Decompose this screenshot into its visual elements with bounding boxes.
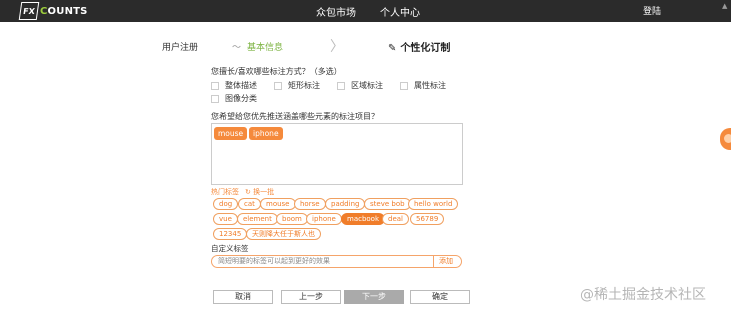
login-link[interactable]: 登陆 <box>643 4 661 17</box>
step-indicator: 用户注册 〜基本信息 〉 ✎ 个性化订制 <box>0 36 731 56</box>
element-preference-question: 您希望给您优先推送涵盖哪些元素的标注项目？ <box>211 112 379 121</box>
hot-tag-vue[interactable]: vue <box>213 213 238 225</box>
checkbox-box[interactable] <box>211 81 219 90</box>
cancel-button[interactable]: 取消 <box>213 290 273 304</box>
selected-tag-iphone[interactable]: iphone <box>249 127 283 140</box>
logo-mark: FX <box>18 2 40 20</box>
step-basic-info: 〜基本信息 <box>232 40 283 53</box>
checkbox-label: 属性标注 <box>414 81 446 90</box>
checkbox-box[interactable] <box>400 81 408 90</box>
confirm-button[interactable]: 确定 <box>410 290 470 304</box>
checkbox-rect-annotation[interactable]: 矩形标注 <box>274 80 320 91</box>
nav-crowd-market[interactable]: 众包市场 <box>316 4 356 19</box>
hot-tag-12345[interactable]: 12345 <box>213 228 248 240</box>
hot-tags-header: 热门标签 ↻ 换一批 <box>211 187 274 197</box>
checkbox-region-annotation[interactable]: 区域标注 <box>337 80 383 91</box>
checkbox-label: 图像分类 <box>225 94 257 103</box>
checkbox-label: 矩形标注 <box>288 81 320 90</box>
app-logo[interactable]: FX COUNTS <box>18 1 88 21</box>
previous-step-button[interactable]: 上一步 <box>281 290 341 304</box>
hot-tag-cat[interactable]: cat <box>238 198 261 210</box>
add-tag-button[interactable]: 添加 <box>433 256 458 267</box>
feedback-icon <box>724 134 731 143</box>
floating-side-button[interactable] <box>720 128 731 150</box>
hot-tag-padding[interactable]: padding <box>325 198 366 210</box>
hot-tag-element[interactable]: element <box>237 213 278 225</box>
logo-text-rest: OUNTS <box>47 5 88 17</box>
annotation-method-question: 您擅长/喜欢哪些标注方式？（多选） <box>211 67 342 76</box>
hot-tag-iphone[interactable]: iphone <box>306 213 342 225</box>
custom-tag-label: 自定义标签 <box>211 244 249 253</box>
checkbox-label: 区域标注 <box>351 81 383 90</box>
step-register: 用户注册 <box>162 43 199 53</box>
hot-tag-56789[interactable]: 56789 <box>410 213 445 225</box>
hot-tags-label: 热门标签 <box>211 188 239 196</box>
checkbox-overall-description[interactable]: 整体描述 <box>211 80 257 91</box>
hot-tag-mouse[interactable]: mouse <box>260 198 296 210</box>
hot-tag-proverb[interactable]: 天则降大任于斯人也 <box>246 228 321 240</box>
nav-personal-center[interactable]: 个人中心 <box>380 4 420 19</box>
hot-tag-deal[interactable]: deal <box>382 213 409 225</box>
refresh-tags-link[interactable]: ↻ 换一批 <box>245 188 274 196</box>
step-customize: ✎ 个性化订制 <box>388 39 450 54</box>
pencil-icon: ✎ <box>388 43 397 54</box>
hot-tag-steve-bob[interactable]: steve bob <box>364 198 411 210</box>
checkbox-image-classification[interactable]: 图像分类 <box>211 93 257 104</box>
hot-tag-dog[interactable]: dog <box>213 198 239 210</box>
checkbox-box[interactable] <box>274 81 282 90</box>
watermark: @稀土掘金技术社区 <box>580 287 706 303</box>
scroll-up-arrow[interactable]: ▲ <box>722 2 727 10</box>
step-customize-label: 个性化订制 <box>400 43 451 54</box>
hot-tag-macbook[interactable]: macbook <box>341 213 386 225</box>
checkbox-attribute-annotation[interactable]: 属性标注 <box>400 80 446 91</box>
checkbox-label: 整体描述 <box>225 81 257 90</box>
hot-tag-hello-world[interactable]: hello world <box>408 198 459 210</box>
chevron-right-icon: 〉 <box>330 39 344 55</box>
logo-text: COUNTS <box>40 6 88 17</box>
next-step-button[interactable]: 下一步 <box>344 290 404 304</box>
step-basic-label: 基本信息 <box>247 43 284 53</box>
hot-tag-horse[interactable]: horse <box>294 198 326 210</box>
logo-text-accent: C <box>40 5 48 17</box>
selected-tag-mouse[interactable]: mouse <box>214 127 248 140</box>
selected-tags-box[interactable]: mouse iphone <box>211 123 463 185</box>
wave-icon: 〜 <box>232 43 242 53</box>
checkbox-box[interactable] <box>211 94 219 103</box>
hot-tag-boom[interactable]: boom <box>276 213 308 225</box>
custom-tag-input[interactable]: 简短明要的标签可以起到更好的效果 <box>211 255 462 268</box>
top-nav-bar: FX COUNTS 众包市场 个人中心 登陆 <box>0 0 731 22</box>
checkbox-box[interactable] <box>337 81 345 90</box>
